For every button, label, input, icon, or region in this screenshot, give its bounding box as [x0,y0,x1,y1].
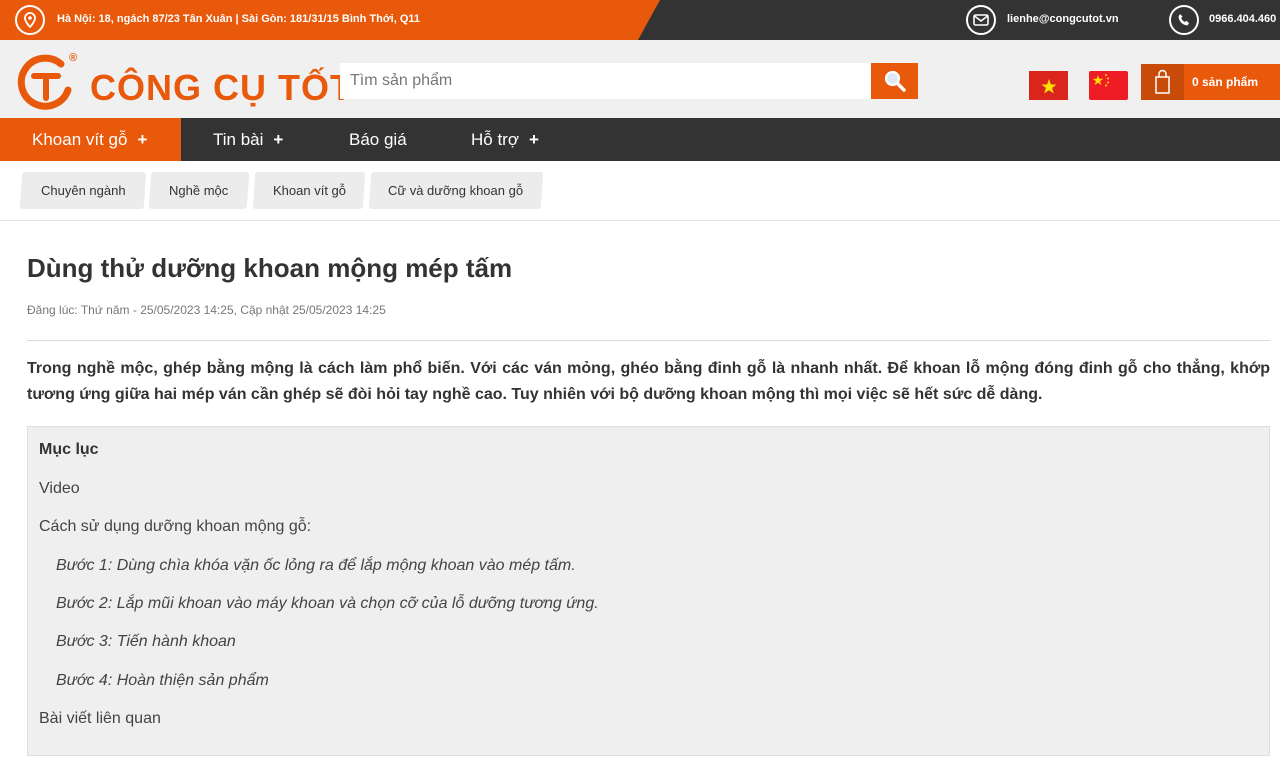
phone-icon[interactable] [1169,5,1199,35]
toc-sub-link[interactable]: Bước 3: Tiến hành khoan [56,633,236,651]
search-icon [884,70,906,92]
registered-mark: ® [69,52,78,64]
top-bar: Hà Nội: 18, ngách 87/23 Tân Xuân | Sài G… [0,0,1280,40]
breadcrumb-item[interactable]: Cữ và dưỡng khoan gỗ [368,172,544,209]
nav-item-bao-gia[interactable]: Báo giá [349,118,407,161]
search-input[interactable] [340,63,872,99]
cart-icon [1141,64,1184,100]
table-of-contents: Mục lục Video Cách sử dụng dưỡng khoan m… [27,426,1270,756]
toc-sub-link[interactable]: Bước 1: Dùng chìa khóa vặn ốc lỏng ra để… [56,557,576,575]
divider [27,340,1270,341]
plus-icon: + [529,129,539,149]
breadcrumb-item[interactable]: Khoan vít gỗ [252,172,366,209]
site-header: ® CÔNG CỤ TỐT 0 sản phẩm [0,40,1280,118]
nav-item-tin-bai[interactable]: Tin bài + [213,118,283,161]
toc-link[interactable]: Cách sử dụng dưỡng khoan mộng gỗ: [39,518,311,536]
mail-icon[interactable] [966,5,996,35]
contact-phone[interactable]: 0966.404.460 [1209,13,1276,25]
nav-item-label: Tin bài [213,129,264,149]
logo-text: CÔNG CỤ TỐT [90,67,353,108]
page-title: Dùng thử dưỡng khoan mộng mép tấm [27,253,513,283]
cart-button[interactable]: 0 sản phẩm [1141,64,1280,100]
nav-item-label: Báo giá [349,129,407,149]
store-address: Hà Nội: 18, ngách 87/23 Tân Xuân | Sài G… [57,13,421,25]
nav-item-ho-tro[interactable]: Hỗ trợ + [471,118,539,161]
toc-link[interactable]: Video [39,480,80,498]
nav-item-label: Hỗ trợ [471,129,519,149]
cart-count: 0 sản phẩm [1192,75,1259,89]
site-logo[interactable]: ® CÔNG CỤ TỐT [16,50,352,112]
flag-vn-icon[interactable] [1029,71,1068,100]
plus-icon: + [273,129,284,149]
toc-title: Mục lục [39,441,99,458]
flag-cn-icon[interactable] [1089,71,1128,100]
search-button[interactable] [871,63,918,99]
contact-email[interactable]: lienhe@congcutot.vn [1007,13,1119,25]
map-pin-icon [15,5,45,35]
toc-sub-link[interactable]: Bước 2: Lắp mũi khoan vào máy khoan và c… [56,595,599,613]
toc-link[interactable]: Bài viết liên quan [39,710,161,728]
breadcrumb-item[interactable]: Chuyên ngành [19,172,147,209]
breadcrumb: Chuyên ngành Nghề mộc Khoan vít gỗ Cữ và… [0,161,1280,221]
post-meta: Đăng lúc: Thứ năm - 25/05/2023 14:25, Cậ… [27,303,386,317]
logo-mark-icon [17,54,72,110]
toc-sub-link[interactable]: Bước 4: Hoàn thiện sản phẩm [56,672,269,690]
breadcrumb-item[interactable]: Nghề mộc [148,172,250,209]
nav-item-label: Khoan vít gỗ [32,129,128,149]
plus-icon: + [137,129,148,149]
nav-item-khoan-vit-go[interactable]: Khoan vít gỗ + [0,118,181,161]
article-lead: Trong nghề mộc, ghép bằng mộng là cách l… [27,360,1270,403]
main-nav: Khoan vít gỗ + Tin bài + Báo giá Hỗ trợ … [0,118,1280,161]
